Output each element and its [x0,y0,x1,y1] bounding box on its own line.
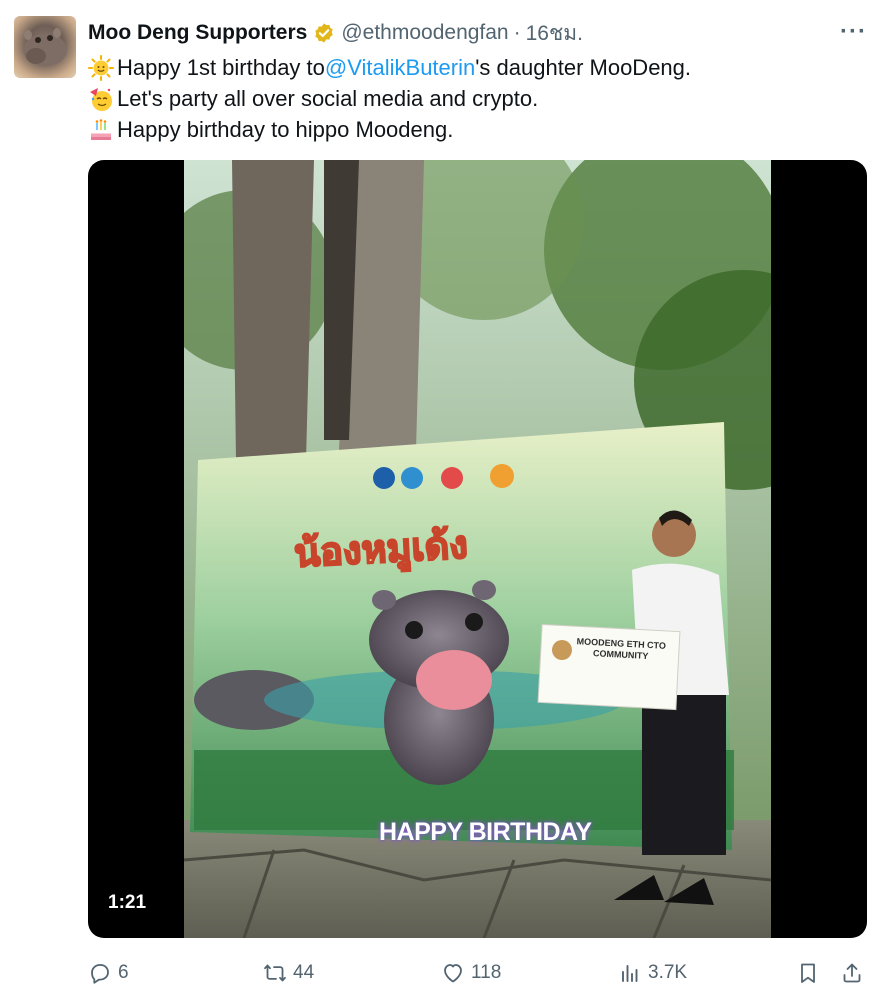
repost-icon [264,964,286,982]
repost-count: 44 [293,962,315,983]
tweet-timestamp[interactable]: 16ชม. [526,17,583,50]
tweet-line-1-part-c: 's daughter MooDeng. [475,55,692,80]
tweet-line-1: Happy 1st birthday to @VitalikButerin 's… [88,52,691,83]
tweet-line-2: Let's party all over social media and cr… [88,83,691,114]
bookmark-button[interactable] [796,955,826,991]
hippo-avatar-image [23,28,67,66]
video-player[interactable]: น้องหมูเด้ง MOODENG ETH CTO COMMUNITY HA… [88,160,867,938]
view-count: 3.7K [648,962,688,983]
verified-badge-icon[interactable] [313,22,335,44]
bookmark-icon [801,963,815,983]
separator-dot: · [513,21,521,44]
tweet-line-2-text: Let's party all over social media and cr… [117,86,539,111]
reply-button[interactable]: 6 [88,955,129,991]
party-face-emoji-icon [88,86,114,112]
tweet-line-1-part-a: Happy 1st birthday to [117,55,325,80]
like-count: 118 [471,962,502,983]
reply-count: 6 [118,962,129,983]
share-icon [843,963,861,983]
mention-link[interactable]: @VitalikButerin [325,52,475,83]
video-frame-image: น้องหมูเด้ง MOODENG ETH CTO COMMUNITY HA… [184,160,771,938]
repost-button[interactable]: 44 [263,955,314,991]
more-options-icon[interactable]: ··· [840,18,867,46]
tweet-line-3-text: Happy birthday to hippo Moodeng. [117,117,454,142]
heart-icon [444,964,462,983]
birthday-cake-emoji-icon [88,117,114,143]
author-name[interactable]: Moo Deng Supporters [88,21,307,45]
share-button[interactable] [840,955,870,991]
views-bar-chart-icon [622,965,638,982]
like-button[interactable]: 118 [441,955,501,991]
video-duration: 1:21 [108,892,147,913]
sun-smile-emoji-icon [88,54,114,81]
tweet-action-bar: 6 44 118 3.7K [88,955,867,991]
banner-thai-title: น้องหมูเด้ง [292,521,470,576]
tweet-line-3: Happy birthday to hippo Moodeng. [88,114,691,145]
reply-icon [91,964,109,984]
tweet-text: Happy 1st birthday to @VitalikButerin 's… [88,52,691,145]
tweet-header: Moo Deng Supporters @ethmoodengfan · 16ช… [88,18,583,48]
author-handle[interactable]: @ethmoodengfan [341,21,508,45]
author-avatar[interactable] [14,16,76,78]
banner-happy-birthday-text: HAPPY BIRTHDAY [379,818,592,846]
views-button[interactable]: 3.7K [618,955,687,991]
